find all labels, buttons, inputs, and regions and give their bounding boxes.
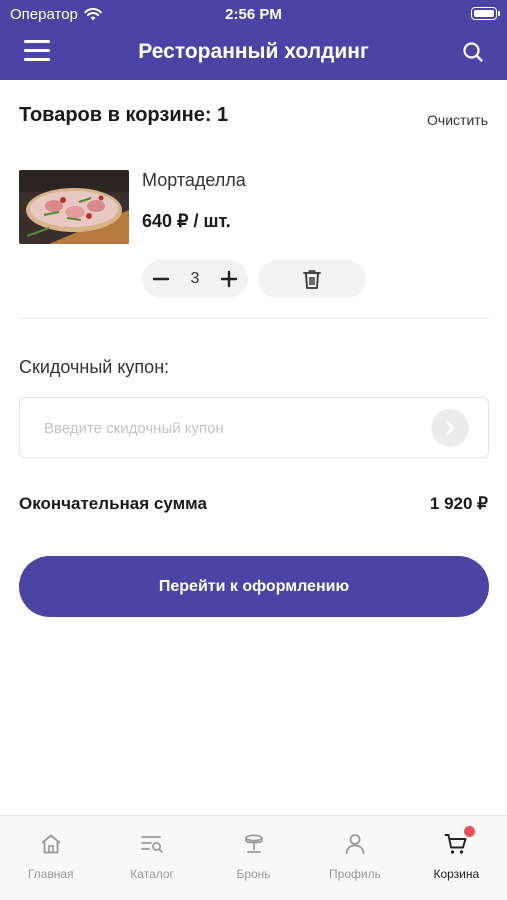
total-label: Окончательная сумма xyxy=(19,494,207,513)
tab-profile[interactable]: Профиль xyxy=(304,816,405,900)
tab-profile-label: Профиль xyxy=(329,867,381,881)
tab-bar: Главная Каталог Бронь Профиль Корзина xyxy=(0,815,507,900)
battery-icon xyxy=(471,7,500,20)
catalog-icon xyxy=(141,836,164,853)
product-name[interactable]: Мортаделла xyxy=(142,170,246,191)
divider xyxy=(19,318,489,319)
home-icon xyxy=(41,834,61,854)
checkout-button[interactable]: Перейти к оформлению xyxy=(19,556,489,617)
tab-booking-label: Бронь xyxy=(236,867,271,881)
total-value: 1 920 ₽ xyxy=(429,494,488,513)
cart-icon xyxy=(444,834,467,854)
battery-level xyxy=(473,9,494,17)
cloche-icon xyxy=(244,834,263,853)
profile-icon xyxy=(345,834,365,855)
tab-catalog[interactable]: Каталог xyxy=(101,816,202,900)
plus-icon xyxy=(220,270,238,288)
page-title: Ресторанный холдинг xyxy=(138,40,369,63)
quantity-value: 3 xyxy=(190,270,200,287)
tab-home-label: Главная xyxy=(27,867,74,881)
status-bar: Оператор 2:56 PM xyxy=(0,0,507,28)
coupon-label: Скидочный купон: xyxy=(19,357,170,377)
tab-cart-label: Корзина xyxy=(433,867,480,881)
cart-badge-dot xyxy=(464,826,476,837)
delete-item-button[interactable] xyxy=(258,260,366,298)
cart-item-count: Товаров в корзине: 1 xyxy=(19,104,229,126)
app-header: Оператор 2:56 PM Ресторанный холдинг xyxy=(0,0,507,80)
tab-booking[interactable]: Бронь xyxy=(203,816,304,900)
increase-quantity-button[interactable] xyxy=(210,260,248,298)
trash-icon xyxy=(303,270,321,289)
decrease-quantity-button[interactable] xyxy=(142,260,180,298)
tab-cart[interactable]: Корзина xyxy=(406,816,507,900)
coupon-field xyxy=(19,397,489,458)
product-image xyxy=(19,170,129,244)
minus-icon xyxy=(152,277,170,281)
chevron-right-icon xyxy=(447,422,454,434)
quantity-stepper: 3 xyxy=(142,260,248,298)
search-icon[interactable] xyxy=(461,40,485,64)
tab-home[interactable]: Главная xyxy=(0,816,101,900)
clear-cart-button[interactable]: Очистить xyxy=(427,112,488,128)
apply-coupon-button[interactable] xyxy=(431,409,469,447)
product-price: 640 ₽ / шт. xyxy=(142,211,231,231)
coupon-input[interactable] xyxy=(44,416,424,440)
status-time: 2:56 PM xyxy=(225,6,282,23)
tab-catalog-label: Каталог xyxy=(130,867,174,881)
